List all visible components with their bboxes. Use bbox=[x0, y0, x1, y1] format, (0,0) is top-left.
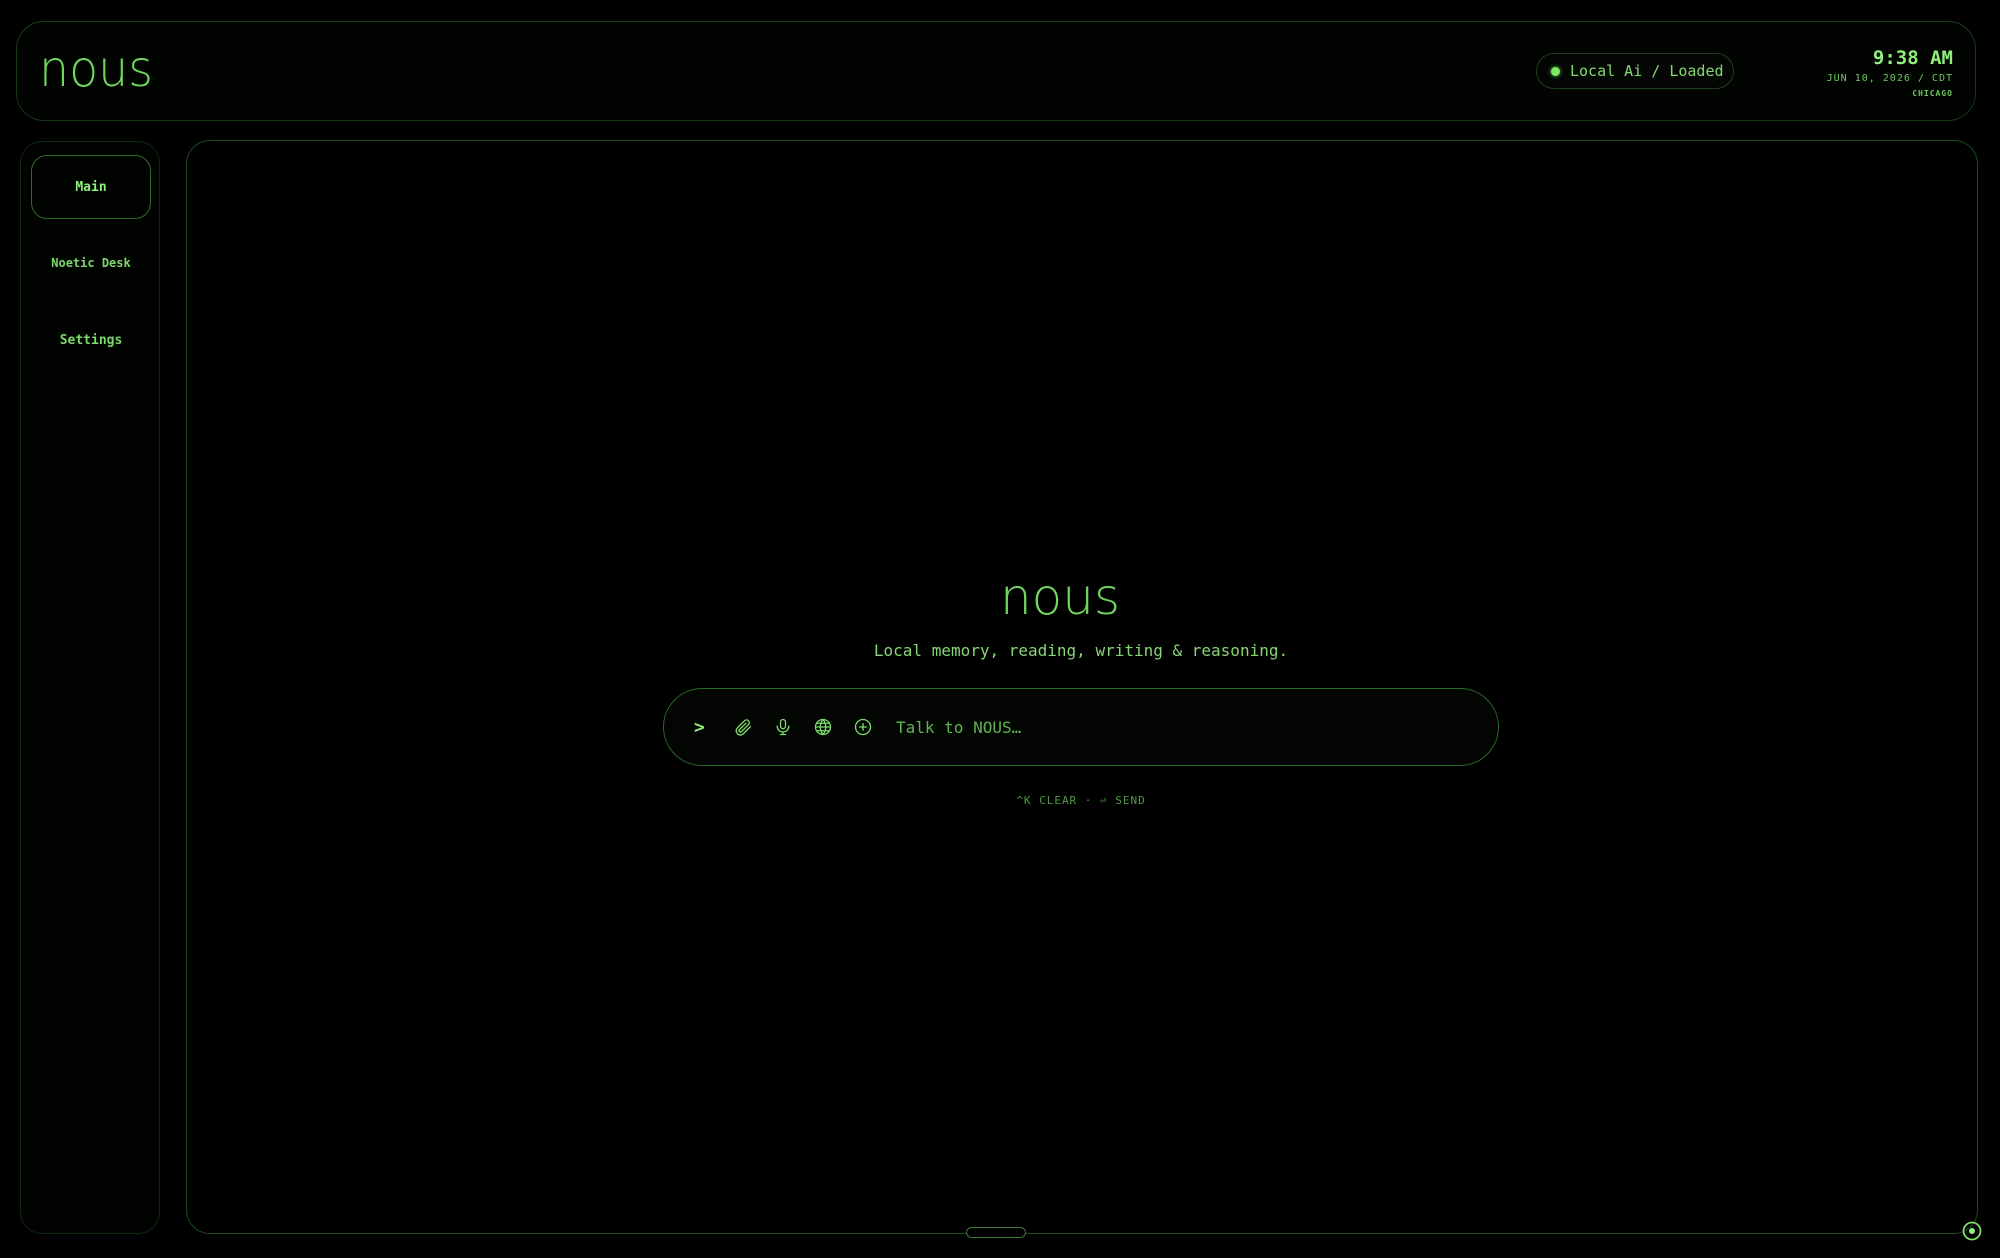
sidebar-item-noetic-desk[interactable]: Noetic Desk bbox=[31, 231, 151, 295]
frame-corner bbox=[186, 1210, 210, 1234]
frame-corner bbox=[186, 140, 210, 164]
sidebar-item-main[interactable]: Main bbox=[31, 155, 151, 219]
frame-edge-top bbox=[210, 140, 1954, 141]
frame-corner bbox=[1954, 140, 1978, 164]
assistant-orb-icon[interactable] bbox=[1961, 1220, 1983, 1242]
clock-date: JUN 10, 2026 / CDT bbox=[1826, 73, 1953, 84]
clock: 9:38 AM JUN 10, 2026 / CDT CHICAGO bbox=[1827, 46, 1953, 100]
frame-edge-left bbox=[186, 164, 187, 1210]
hero-title: nous bbox=[999, 568, 1121, 626]
globe-icon[interactable] bbox=[812, 716, 834, 738]
resize-handle[interactable] bbox=[966, 1227, 1026, 1238]
model-status-label: Local Ai / Loaded bbox=[1570, 62, 1724, 80]
sidebar-item-label: Noetic Desk bbox=[51, 256, 131, 270]
prompt-input[interactable] bbox=[894, 716, 1498, 738]
sidebar-item-settings[interactable]: Settings bbox=[31, 308, 151, 372]
sidebar-item-label: Main bbox=[75, 179, 107, 195]
prompt-bar[interactable]: > bbox=[663, 688, 1499, 766]
model-status-badge[interactable]: Local Ai / Loaded bbox=[1536, 53, 1734, 89]
brand-logo: nous bbox=[39, 40, 154, 98]
clock-city: CHICAGO bbox=[1912, 89, 1953, 98]
sidebar: Main Noetic Desk Settings bbox=[20, 141, 160, 1234]
paperclip-icon[interactable] bbox=[732, 716, 754, 738]
hero-subtitle: Local memory, reading, writing & reasoni… bbox=[873, 641, 1289, 660]
frame-edge-right bbox=[1977, 164, 1978, 1210]
plus-circle-icon[interactable] bbox=[852, 716, 874, 738]
clock-time: 9:38 AM bbox=[1872, 47, 1953, 69]
main-panel bbox=[186, 140, 1978, 1234]
top-bar: nous Local Ai / Loaded 9:38 AM JUN 10, 2… bbox=[16, 21, 1976, 121]
status-dot-icon bbox=[1551, 66, 1560, 76]
sidebar-item-label: Settings bbox=[59, 332, 123, 348]
microphone-icon[interactable] bbox=[772, 716, 794, 738]
frame-edge-bottom bbox=[210, 1233, 1954, 1234]
prompt-caret-icon: > bbox=[694, 716, 705, 738]
keyboard-hints: ^K CLEAR · ⏎ SEND bbox=[1016, 794, 1146, 807]
